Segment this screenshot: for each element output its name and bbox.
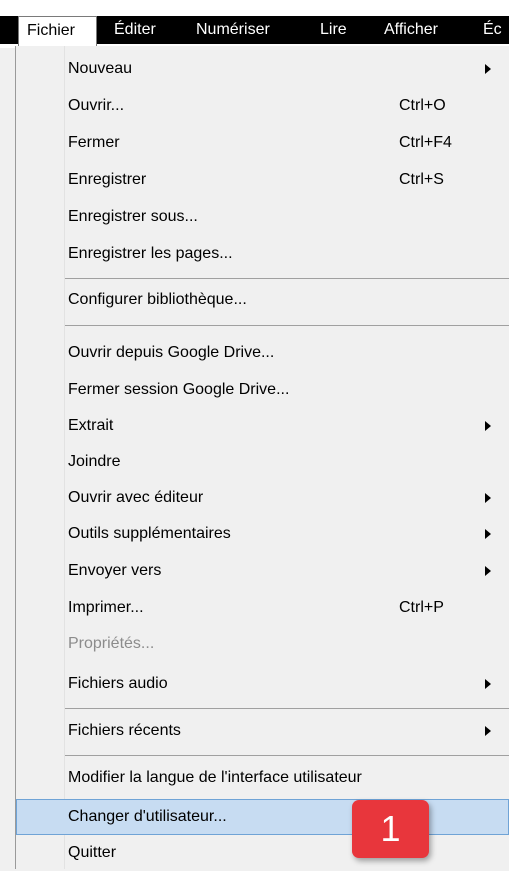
menu-item-shortcut: Ctrl+P xyxy=(399,599,444,616)
menu-editer[interactable]: Éditer xyxy=(114,16,156,44)
menu-item-shortcut: Ctrl+S xyxy=(399,171,444,188)
submenu-arrow-icon xyxy=(485,726,491,736)
menu-item-fichiers-recents[interactable]: Fichiers récents xyxy=(16,713,509,749)
menu-item-label: Fermer session Google Drive... xyxy=(68,381,290,398)
menu-item-label: Imprimer... xyxy=(68,599,144,616)
step-number-callout: 1 xyxy=(352,800,429,858)
submenu-arrow-icon xyxy=(485,529,491,539)
menu-item-label: Fermer xyxy=(68,134,120,151)
menu-item-label: Enregistrer sous... xyxy=(68,208,198,225)
menu-item-shortcut: Ctrl+F4 xyxy=(399,134,452,151)
menu-item-changer-utilisateur[interactable]: Changer d'utilisateur... xyxy=(16,799,509,835)
menu-item-ouvrir-google-drive[interactable]: Ouvrir depuis Google Drive... xyxy=(16,335,509,371)
menu-item-quitter[interactable]: Quitter xyxy=(16,835,509,871)
menu-item-label: Ouvrir avec éditeur xyxy=(68,489,204,506)
menu-item-imprimer[interactable]: Imprimer... Ctrl+P xyxy=(16,590,509,626)
submenu-arrow-icon xyxy=(485,566,491,576)
menu-item-outils-supplementaires[interactable]: Outils supplémentaires xyxy=(16,516,509,552)
menu-separator xyxy=(65,708,509,709)
submenu-arrow-icon xyxy=(485,64,491,74)
menu-item-label: Configurer bibliothèque... xyxy=(68,291,247,308)
menu-item-label: Enregistrer les pages... xyxy=(68,245,233,262)
menu-item-label: Extrait xyxy=(68,417,114,434)
menu-item-fichiers-audio[interactable]: Fichiers audio xyxy=(16,666,509,702)
menu-item-label: Ouvrir depuis Google Drive... xyxy=(68,344,275,361)
menu-separator xyxy=(65,325,509,326)
menu-item-enregistrer-pages[interactable]: Enregistrer les pages... xyxy=(16,236,509,272)
menu-item-nouveau[interactable]: Nouveau xyxy=(16,51,509,87)
menu-item-envoyer-vers[interactable]: Envoyer vers xyxy=(16,553,509,589)
menu-item-label: Propriétés... xyxy=(68,635,155,652)
menu-afficher[interactable]: Afficher xyxy=(384,16,438,44)
menu-item-enregistrer-sous[interactable]: Enregistrer sous... xyxy=(16,199,509,235)
menu-separator xyxy=(65,755,509,756)
menu-item-label: Envoyer vers xyxy=(68,562,162,579)
menu-item-proprietes: Propriétés... xyxy=(16,626,509,662)
menu-item-label: Enregistrer xyxy=(68,171,147,188)
menu-more-truncated[interactable]: Éc xyxy=(483,16,502,44)
menu-item-ouvrir-avec-editeur[interactable]: Ouvrir avec éditeur xyxy=(16,480,509,516)
menu-item-label: Fichiers récents xyxy=(68,722,181,739)
menu-item-extrait[interactable]: Extrait xyxy=(16,408,509,444)
menu-item-shortcut: Ctrl+O xyxy=(399,97,446,114)
menu-fichier[interactable]: Fichier xyxy=(18,16,97,46)
menu-numeriser[interactable]: Numériser xyxy=(196,16,270,44)
menu-item-enregistrer[interactable]: Enregistrer Ctrl+S xyxy=(16,162,509,198)
menu-item-label: Outils supplémentaires xyxy=(68,525,231,542)
fichier-dropdown-menu: Nouveau Ouvrir... Ctrl+O Fermer Ctrl+F4 … xyxy=(15,46,509,869)
menu-item-label: Modifier la langue de l'interface utilis… xyxy=(68,769,362,786)
menu-item-label: Changer d'utilisateur... xyxy=(68,808,227,825)
menu-item-configurer-bibliotheque[interactable]: Configurer bibliothèque... xyxy=(16,282,509,318)
menu-item-joindre[interactable]: Joindre xyxy=(16,444,509,480)
menu-item-label: Fichiers audio xyxy=(68,675,168,692)
menu-item-fermer[interactable]: Fermer Ctrl+F4 xyxy=(16,125,509,161)
menu-item-label: Joindre xyxy=(68,453,121,470)
submenu-arrow-icon xyxy=(485,421,491,431)
submenu-arrow-icon xyxy=(485,679,491,689)
menu-item-label: Nouveau xyxy=(68,60,133,77)
menu-item-ouvrir[interactable]: Ouvrir... Ctrl+O xyxy=(16,88,509,124)
menu-item-label: Quitter xyxy=(68,844,117,861)
menu-item-fermer-google-drive[interactable]: Fermer session Google Drive... xyxy=(16,372,509,408)
menu-lire[interactable]: Lire xyxy=(320,16,347,44)
menu-item-label: Ouvrir... xyxy=(68,97,125,114)
menu-bar: Fichier Éditer Numériser Lire Afficher É… xyxy=(0,0,509,48)
menu-separator xyxy=(65,278,509,279)
submenu-arrow-icon xyxy=(485,493,491,503)
menu-item-modifier-langue[interactable]: Modifier la langue de l'interface utilis… xyxy=(16,760,509,796)
